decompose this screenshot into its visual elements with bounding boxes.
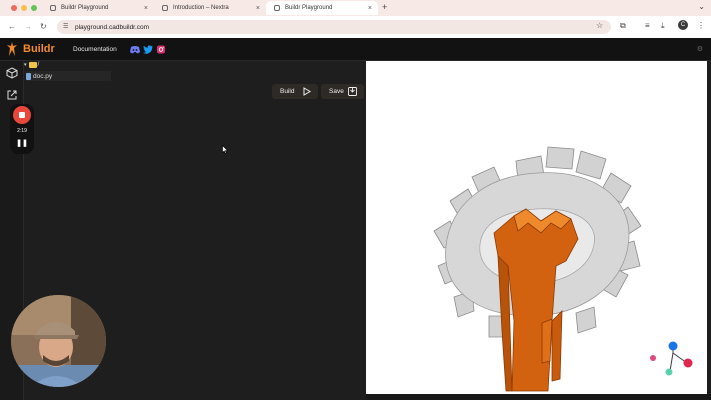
- instagram-icon[interactable]: [156, 45, 166, 54]
- build-label: Build: [280, 88, 295, 95]
- favicon-icon: [274, 5, 280, 11]
- play-icon: [303, 87, 311, 96]
- tab-title: Buildr Playground: [285, 5, 333, 11]
- gear-wrench-model[interactable]: [366, 61, 707, 394]
- tab-search-button[interactable]: ⌄: [698, 2, 705, 11]
- tab-buildr-playground-1[interactable]: Buildr Playground ×: [42, 1, 154, 15]
- save-button[interactable]: Save: [321, 84, 364, 99]
- mouse-cursor-icon: [222, 145, 228, 154]
- 3d-viewport[interactable]: [366, 61, 707, 394]
- browser-chrome: Buildr Playground × Introduction – Nextr…: [0, 0, 711, 38]
- new-tab-button[interactable]: +: [382, 2, 387, 12]
- forward-icon[interactable]: →: [24, 22, 32, 31]
- window-minimize-button[interactable]: [21, 5, 27, 11]
- recording-timer: 2:19: [17, 128, 27, 134]
- favicon-icon: [50, 5, 56, 11]
- folder-row-root[interactable]: ▾ /: [24, 61, 39, 68]
- extensions-icon[interactable]: ⧉: [620, 21, 626, 31]
- tab-close-icon[interactable]: ×: [368, 5, 372, 12]
- documentation-link[interactable]: Documentation: [73, 46, 117, 53]
- folder-icon: [28, 61, 37, 68]
- tab-bar: Buildr Playground × Introduction – Nextr…: [0, 0, 711, 16]
- viewport-bottom-strip: [366, 394, 711, 400]
- browser-menu-icon[interactable]: ⋮: [697, 21, 705, 30]
- browser-toolbar: ← → ↻ ☰ playground.cadbuildr.com ☆ ⧉ ≡ ⤓…: [0, 16, 711, 38]
- media-control-icon[interactable]: ≡: [645, 21, 650, 30]
- url-text: playground.cadbuildr.com: [75, 23, 150, 31]
- favicon-icon: [162, 5, 168, 11]
- brand-name[interactable]: Buildr: [23, 43, 55, 55]
- stop-icon: [19, 112, 25, 118]
- stop-recording-button[interactable]: [13, 106, 31, 124]
- folder-label: /: [37, 61, 40, 68]
- bookmark-star-icon[interactable]: ☆: [596, 21, 603, 30]
- tab-close-icon[interactable]: ×: [144, 5, 148, 12]
- file-icon: [26, 72, 31, 80]
- reload-icon[interactable]: ↻: [40, 22, 47, 31]
- profile-avatar[interactable]: C: [678, 20, 688, 30]
- external-link-icon[interactable]: [6, 89, 18, 101]
- build-button[interactable]: Build: [272, 84, 318, 99]
- downloads-icon[interactable]: ⤓: [661, 21, 665, 31]
- settings-gear-icon[interactable]: ⚙: [697, 45, 703, 53]
- save-label: Save: [329, 88, 344, 95]
- tab-title: Introduction – Nextra: [173, 5, 229, 11]
- window-zoom-button[interactable]: [31, 5, 37, 11]
- file-label: doc.py: [33, 72, 53, 80]
- tab-introduction-nextra[interactable]: Introduction – Nextra ×: [154, 1, 266, 15]
- discord-icon[interactable]: [130, 45, 140, 54]
- tab-close-icon[interactable]: ×: [256, 5, 260, 12]
- pause-recording-button[interactable]: ❚❚: [10, 139, 34, 147]
- app-header: Buildr Documentation ⚙: [0, 38, 711, 61]
- address-bar[interactable]: ☰ playground.cadbuildr.com: [57, 20, 611, 34]
- chevron-down-icon[interactable]: ▾: [24, 62, 27, 68]
- presenter-video-image: [11, 295, 106, 387]
- tab-title: Buildr Playground: [61, 5, 109, 11]
- screen-recorder-widget: 2:19 ❚❚: [10, 104, 34, 154]
- tab-buildr-playground-active[interactable]: Buildr Playground ×: [266, 1, 378, 15]
- site-info-icon[interactable]: ☰: [63, 23, 68, 30]
- save-icon: [348, 87, 357, 96]
- window-close-button[interactable]: [11, 5, 17, 11]
- buildr-app: Buildr Documentation ⚙ ▾ / doc.py Build …: [0, 38, 711, 400]
- twitter-icon[interactable]: [143, 45, 153, 54]
- buildr-logo-icon[interactable]: [6, 42, 18, 56]
- cube-icon[interactable]: [6, 67, 18, 79]
- axis-gizmo[interactable]: [650, 341, 693, 376]
- file-row-doc-py[interactable]: doc.py: [26, 71, 111, 81]
- back-icon[interactable]: ←: [8, 22, 16, 31]
- webcam-overlay: [11, 295, 106, 387]
